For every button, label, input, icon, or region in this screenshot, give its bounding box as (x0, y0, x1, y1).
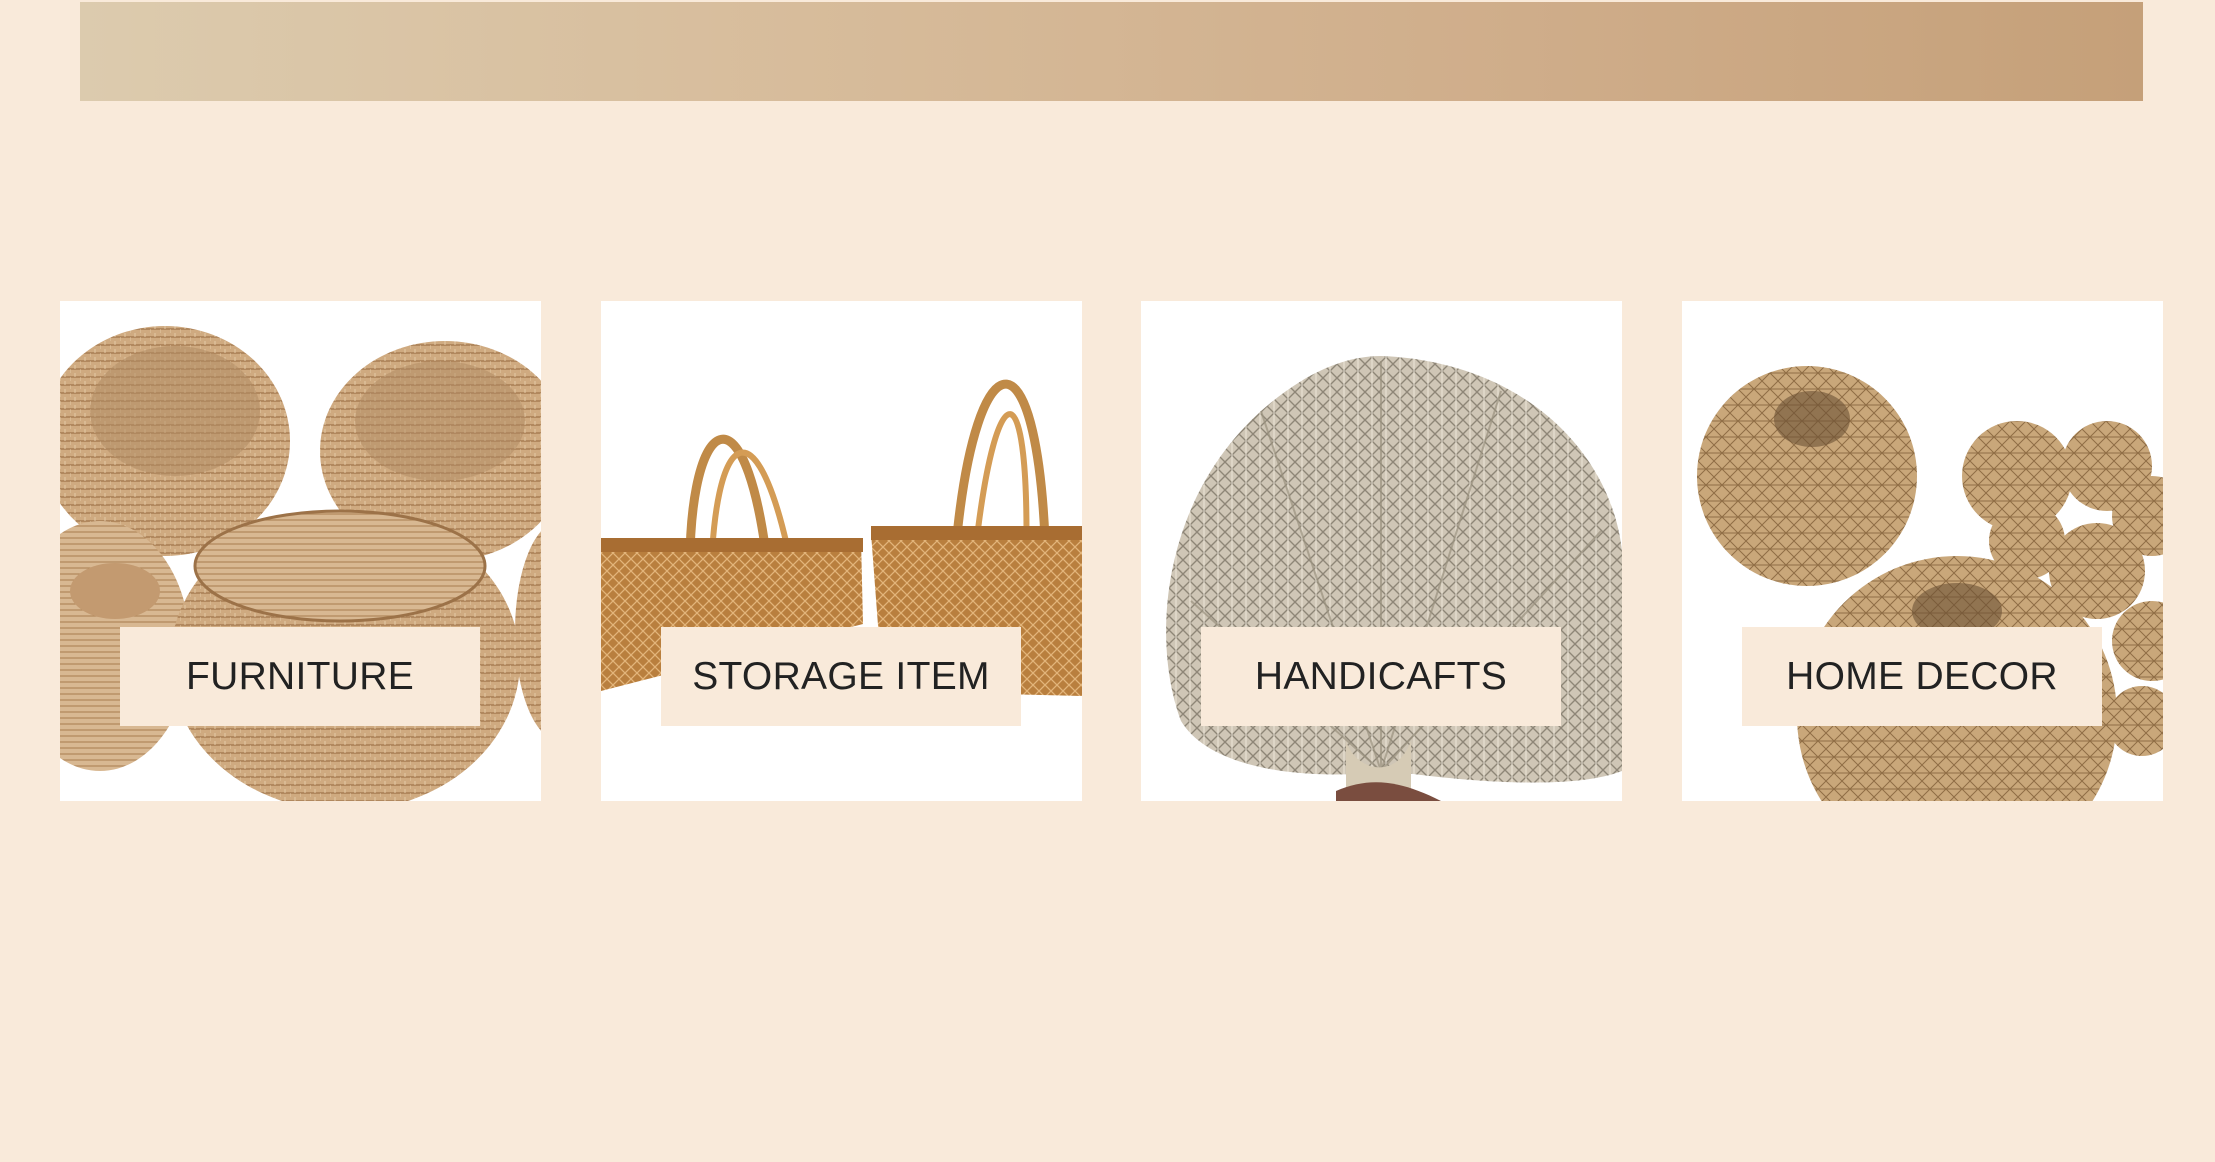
header-banner (80, 2, 2143, 101)
category-card-furniture[interactable]: FURNITURE (60, 301, 541, 801)
category-grid: FURNITURE STORAGE ITEM HANDICAFTS HOME D… (60, 301, 2163, 801)
category-card-handicafts[interactable]: HANDICAFTS (1141, 301, 1622, 801)
woven-baskets-image (601, 379, 1082, 696)
category-card-home-decor[interactable]: HOME DECOR (1682, 301, 2163, 801)
category-label[interactable]: HOME DECOR (1742, 627, 2102, 726)
category-card-storage-item[interactable]: STORAGE ITEM (601, 301, 1082, 801)
category-label[interactable]: STORAGE ITEM (661, 627, 1021, 726)
rattan-lamps-image (1697, 366, 2163, 801)
wicker-chairs-image (60, 326, 541, 801)
category-label[interactable]: FURNITURE (120, 627, 480, 726)
woven-fan-image (1166, 356, 1622, 801)
category-label[interactable]: HANDICAFTS (1201, 627, 1561, 726)
